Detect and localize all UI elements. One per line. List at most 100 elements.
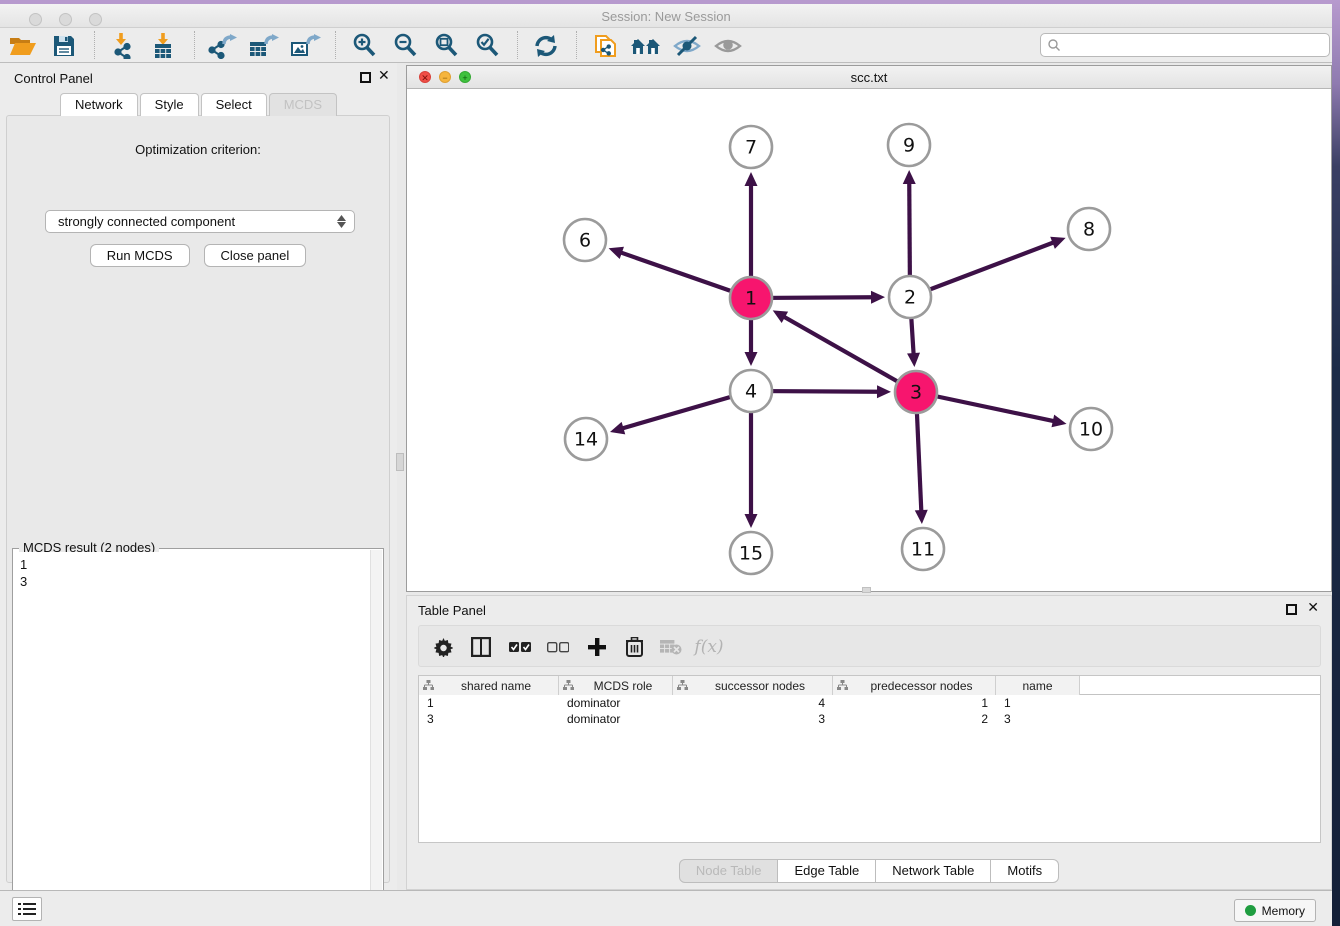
panel-divider-handle[interactable] (396, 453, 404, 471)
search-input[interactable] (1061, 38, 1323, 52)
select-all-columns-icon[interactable] (504, 631, 536, 663)
edge-arrow-1-6 (609, 247, 624, 259)
save-session-icon[interactable] (47, 31, 81, 60)
edge-arrow-3-10 (1051, 415, 1066, 428)
edge-3-1[interactable] (783, 316, 916, 392)
column-header-predecessor-nodes[interactable]: predecessor nodes (833, 676, 996, 695)
zoom-in-icon[interactable] (347, 31, 381, 60)
edge-arrow-4-3 (877, 385, 891, 398)
tab-select[interactable]: Select (201, 93, 267, 116)
table-cell[interactable]: 3 (996, 712, 1080, 726)
edge-arrow-3-11 (915, 510, 928, 524)
column-label: successor nodes (688, 679, 832, 693)
memory-button[interactable]: Memory (1234, 899, 1316, 922)
dropdown-arrows-icon (332, 215, 350, 228)
function-builder-label: f(x) (694, 637, 723, 657)
edge-2-8[interactable] (910, 242, 1054, 297)
first-neighbors-icon[interactable] (629, 31, 663, 60)
close-panel-icon[interactable]: ✕ (378, 68, 390, 84)
zoom-fit-icon[interactable] (429, 31, 463, 60)
export-network-icon[interactable] (206, 31, 240, 60)
show-all-icon[interactable] (711, 31, 745, 60)
table-cell[interactable]: 1 (996, 696, 1080, 710)
table-options-icon[interactable] (427, 631, 459, 663)
run-mcds-button[interactable]: Run MCDS (90, 244, 190, 267)
export-table-icon[interactable] (247, 31, 281, 60)
hide-selected-icon[interactable] (670, 31, 704, 60)
table-cell[interactable]: 3 (419, 712, 559, 726)
node-label-8: 8 (1083, 219, 1095, 241)
main-toolbar (0, 28, 1332, 63)
tab-edge-table[interactable]: Edge Table (778, 859, 876, 883)
edge-arrow-4-15 (745, 514, 758, 528)
zoom-selected-icon[interactable] (470, 31, 504, 60)
add-column-icon[interactable] (581, 631, 613, 663)
column-header-shared-name[interactable]: shared name (419, 676, 559, 695)
criterion-dropdown-value: strongly connected component (58, 214, 332, 229)
table-panel: Table Panel ✕ f(x) shared nameMCDS roles… (406, 595, 1332, 890)
zoom-out-icon[interactable] (388, 31, 422, 60)
delete-table-icon[interactable] (655, 631, 687, 663)
table-cell[interactable]: dominator (559, 712, 673, 726)
table-cell[interactable]: 3 (673, 712, 833, 726)
edge-arrow-1-7 (745, 172, 758, 186)
network-view-window: ✕ − + scc.txt 7968124314101511 (406, 65, 1332, 592)
node-table[interactable]: shared nameMCDS role successor nodesprede… (418, 675, 1321, 843)
refresh-view-icon[interactable] (529, 31, 563, 60)
table-cell[interactable]: dominator (559, 696, 673, 710)
node-label-15: 15 (739, 543, 763, 565)
status-bar: Memory (0, 890, 1332, 926)
mcds-result-group: MCDS result (2 nodes) 1 3 (12, 548, 384, 926)
unselect-all-columns-icon[interactable] (542, 631, 574, 663)
table-cell[interactable]: 2 (833, 712, 996, 726)
close-table-panel-icon[interactable]: ✕ (1307, 600, 1319, 616)
node-label-4: 4 (745, 381, 757, 403)
node-label-9: 9 (903, 135, 915, 157)
search-icon (1047, 38, 1061, 52)
close-panel-button[interactable]: Close panel (204, 244, 307, 267)
column-header-successor-nodes[interactable]: successor nodes (673, 676, 833, 695)
edge-arrow-2-8 (1050, 237, 1065, 249)
node-label-7: 7 (745, 137, 757, 159)
mcds-result-text[interactable]: 1 3 (14, 552, 370, 926)
memory-status-icon (1245, 905, 1256, 916)
table-cell[interactable]: 4 (673, 696, 833, 710)
result-scrollbar[interactable] (370, 550, 382, 926)
network-canvas[interactable]: 7968124314101511 (407, 89, 1331, 591)
window-titlebar: Session: New Session (0, 4, 1332, 28)
column-header-MCDS-role[interactable]: MCDS role (559, 676, 673, 695)
mcds-tab-content: Optimization criterion: strongly connect… (6, 115, 390, 883)
open-file-icon[interactable] (6, 31, 40, 60)
network-window-titlebar[interactable]: ✕ − + scc.txt (407, 66, 1331, 89)
import-table-icon[interactable] (147, 31, 181, 60)
tab-mcds[interactable]: MCDS (269, 93, 337, 116)
edge-arrow-2-3 (907, 353, 920, 367)
table-row[interactable]: 3dominator323 (419, 711, 1320, 727)
search-box[interactable] (1040, 33, 1330, 57)
duplicate-view-icon[interactable] (588, 31, 622, 60)
table-row[interactable]: 1dominator411 (419, 695, 1320, 711)
session-title: Session: New Session (0, 9, 1332, 24)
delete-columns-icon[interactable] (618, 631, 650, 663)
function-builder-icon[interactable]: f(x) (693, 631, 725, 663)
float-table-panel-icon[interactable] (1286, 604, 1297, 615)
export-image-icon[interactable] (288, 31, 322, 60)
tab-motifs[interactable]: Motifs (991, 859, 1059, 883)
node-label-3: 3 (910, 382, 922, 404)
task-history-button[interactable] (12, 897, 42, 921)
tab-network[interactable]: Network (60, 93, 138, 116)
tab-network-table[interactable]: Network Table (876, 859, 991, 883)
import-network-icon[interactable] (106, 31, 140, 60)
edge-arrow-2-9 (903, 170, 916, 184)
table-cell[interactable]: 1 (833, 696, 996, 710)
show-columns-icon[interactable] (465, 631, 497, 663)
toolbar-separator (194, 31, 195, 59)
network-resize-handle[interactable] (862, 587, 871, 593)
network-window-title: scc.txt (407, 70, 1331, 85)
column-header-name[interactable]: name (996, 676, 1080, 695)
table-cell[interactable]: 1 (419, 696, 559, 710)
criterion-dropdown[interactable]: strongly connected component (45, 210, 355, 233)
tab-style[interactable]: Style (140, 93, 199, 116)
tab-node-table[interactable]: Node Table (679, 859, 779, 883)
float-panel-icon[interactable] (360, 72, 371, 83)
